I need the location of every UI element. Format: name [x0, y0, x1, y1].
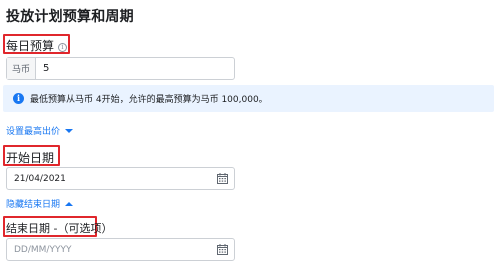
page-title: 投放计划预算和周期: [6, 9, 134, 25]
daily-budget-label-text: 每日预算: [6, 39, 55, 53]
daily-budget-value: 5: [43, 63, 50, 74]
calendar-icon[interactable]: [217, 173, 228, 184]
set-max-bid-label: 设置最高出价: [6, 127, 61, 137]
end-date-placeholder: DD/MM/YYYY: [14, 244, 72, 255]
hide-end-date-link[interactable]: 隐藏结束日期: [6, 197, 74, 210]
end-date-input[interactable]: DD/MM/YYYY: [6, 238, 235, 261]
start-date-label: 开始日期: [6, 151, 55, 165]
daily-budget-input[interactable]: 马币 5: [6, 57, 235, 80]
budget-notice-text: 最低预算从马币 4开始，允许的最高预算为马币 100,000。: [30, 95, 268, 105]
calendar-icon[interactable]: [217, 244, 228, 255]
currency-prefix: 马币: [7, 58, 36, 79]
info-icon[interactable]: i: [58, 43, 68, 52]
chevron-up-icon: [65, 201, 74, 206]
start-date-value: 21/04/2021: [14, 173, 66, 184]
daily-budget-label: 每日预算 i: [6, 37, 68, 54]
set-max-bid-link[interactable]: 设置最高出价: [6, 124, 74, 137]
start-date-input[interactable]: 21/04/2021: [6, 167, 235, 190]
chevron-down-icon: [65, 128, 74, 133]
budget-notice: i 最低预算从马币 4开始，允许的最高预算为马币 100,000。: [3, 85, 494, 112]
end-date-label: 结束日期 -（可选项）: [6, 222, 113, 235]
info-icon: i: [13, 93, 24, 104]
hide-end-date-label: 隐藏结束日期: [6, 200, 61, 210]
